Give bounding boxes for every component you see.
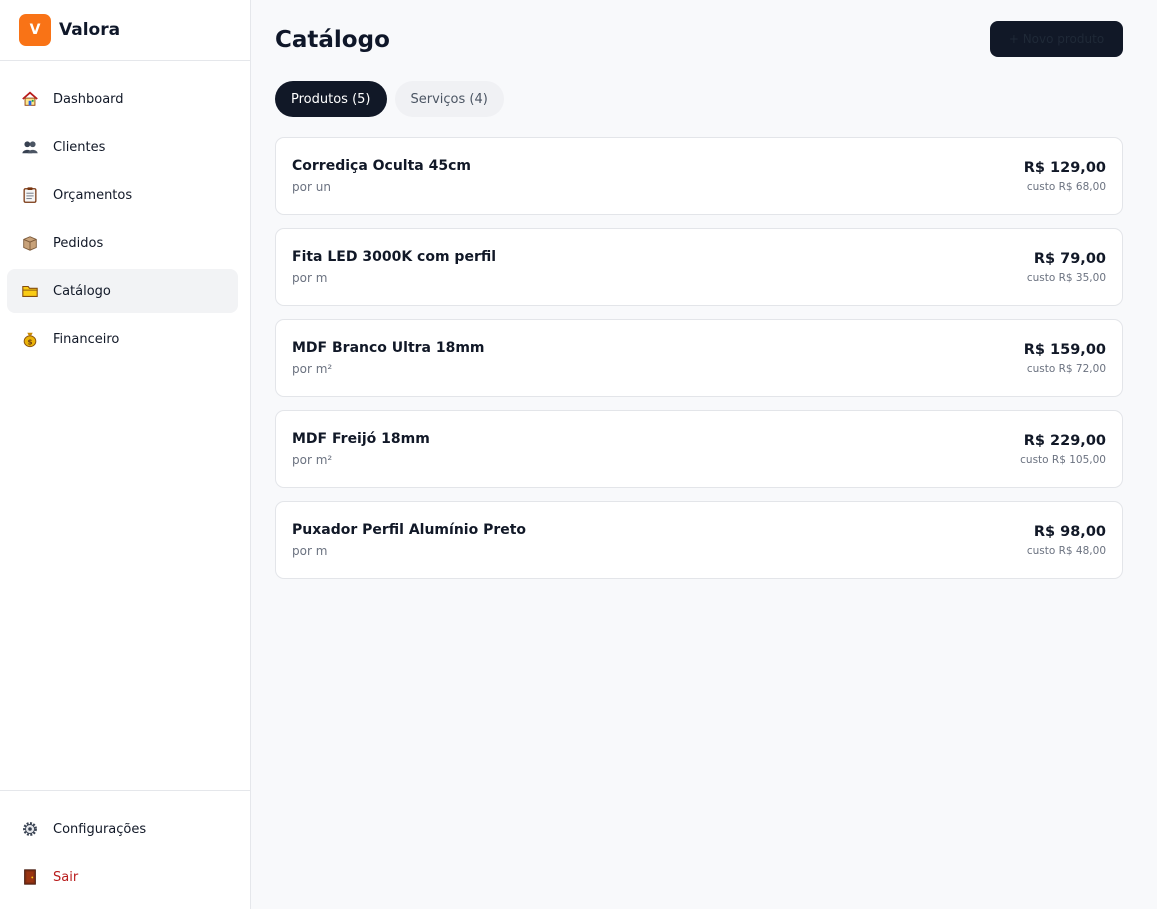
catalog-tabs: Produtos (5) Serviços (4)	[275, 81, 1123, 117]
product-unit: por m	[292, 544, 328, 558]
product-name: MDF Branco Ultra 18mm	[292, 340, 485, 356]
product-cost: custo R$ 72,00	[1026, 362, 1106, 375]
list-item[interactable]: Puxador Perfil Alumínio Preto por m R$ 9…	[275, 501, 1123, 579]
tab-servicos[interactable]: Serviços (4)	[394, 81, 504, 117]
brand-name: Valora	[59, 20, 121, 40]
brand-logo: V	[19, 14, 51, 46]
new-product-button[interactable]: + Novo produto	[990, 20, 1123, 57]
clipboard-icon	[20, 185, 40, 205]
sidebar-item-financeiro[interactable]: $ Financeiro	[7, 317, 238, 361]
sidebar-item-label: Dashboard	[53, 91, 124, 107]
product-unit: por m²	[292, 453, 333, 467]
folder-icon	[20, 281, 40, 301]
main-content: Catálogo + Novo produto Produtos (5) Ser…	[251, 0, 1157, 909]
page-header: Catálogo + Novo produto	[275, 0, 1123, 81]
product-cost: custo R$ 105,00	[1020, 453, 1106, 466]
sidebar-item-label: Pedidos	[53, 235, 104, 251]
sidebar-item-orcamentos[interactable]: Orçamentos	[7, 173, 238, 217]
sidebar-item-label: Sair	[53, 869, 79, 885]
door-icon	[20, 867, 40, 887]
product-unit: por m²	[292, 362, 333, 376]
house-icon	[20, 89, 40, 109]
main-nav: Dashboard Clientes Orçamentos Pedidos Ca…	[0, 61, 250, 790]
product-info: Corrediça Oculta 45cm por un	[292, 158, 471, 194]
product-cost: custo R$ 35,00	[1026, 271, 1106, 284]
sidebar-footer: Configurações Sair	[0, 790, 250, 909]
sidebar: V Valora Dashboard Clientes Orçamentos P…	[0, 0, 251, 909]
product-price: R$ 229,00	[1023, 432, 1106, 449]
sidebar-item-pedidos[interactable]: Pedidos	[7, 221, 238, 265]
product-unit: por un	[292, 180, 331, 194]
sidebar-item-label: Clientes	[53, 139, 106, 155]
product-pricing: R$ 79,00 custo R$ 35,00	[1027, 251, 1106, 284]
sidebar-item-label: Catálogo	[53, 283, 111, 299]
product-pricing: R$ 98,00 custo R$ 48,00	[1027, 524, 1106, 557]
sidebar-item-catalogo[interactable]: Catálogo	[7, 269, 238, 313]
sidebar-item-label: Orçamentos	[53, 187, 133, 203]
product-info: MDF Branco Ultra 18mm por m²	[292, 340, 485, 376]
money-bag-icon: $	[20, 329, 40, 349]
users-icon	[20, 137, 40, 157]
product-info: MDF Freijó 18mm por m²	[292, 431, 430, 467]
product-price: R$ 79,00	[1033, 250, 1106, 267]
sidebar-item-label: Financeiro	[53, 331, 120, 347]
product-name: Puxador Perfil Alumínio Preto	[292, 522, 527, 538]
svg-text:$: $	[27, 337, 32, 346]
product-name: Fita LED 3000K com perfil	[292, 249, 497, 265]
sidebar-item-clientes[interactable]: Clientes	[7, 125, 238, 169]
product-cost: custo R$ 68,00	[1026, 180, 1106, 193]
brand[interactable]: V Valora	[0, 0, 250, 61]
product-name: Corrediça Oculta 45cm	[292, 158, 471, 174]
product-pricing: R$ 159,00 custo R$ 72,00	[1024, 342, 1106, 375]
product-pricing: R$ 129,00 custo R$ 68,00	[1024, 160, 1106, 193]
product-pricing: R$ 229,00 custo R$ 105,00	[1020, 433, 1106, 466]
gear-icon	[20, 819, 40, 839]
list-item[interactable]: Corrediça Oculta 45cm por un R$ 129,00 c…	[275, 137, 1123, 215]
product-info: Puxador Perfil Alumínio Preto por m	[292, 522, 526, 558]
list-item[interactable]: MDF Branco Ultra 18mm por m² R$ 159,00 c…	[275, 319, 1123, 397]
product-list: Corrediça Oculta 45cm por un R$ 129,00 c…	[275, 137, 1123, 579]
list-item[interactable]: Fita LED 3000K com perfil por m R$ 79,00…	[275, 228, 1123, 306]
product-info: Fita LED 3000K com perfil por m	[292, 249, 496, 285]
page-title: Catálogo	[275, 26, 390, 53]
sidebar-item-label: Configurações	[53, 821, 147, 837]
product-price: R$ 98,00	[1033, 523, 1106, 540]
product-price: R$ 159,00	[1023, 341, 1106, 358]
package-icon	[20, 233, 40, 253]
product-name: MDF Freijó 18mm	[292, 431, 430, 447]
sidebar-item-dashboard[interactable]: Dashboard	[7, 77, 238, 121]
product-unit: por m	[292, 271, 328, 285]
product-price: R$ 129,00	[1023, 159, 1106, 176]
sidebar-item-configuracoes[interactable]: Configurações	[7, 807, 238, 851]
product-cost: custo R$ 48,00	[1026, 544, 1106, 557]
tab-produtos[interactable]: Produtos (5)	[275, 81, 387, 117]
sidebar-item-sair[interactable]: Sair	[7, 855, 238, 899]
app-shell: V Valora Dashboard Clientes Orçamentos P…	[0, 0, 1157, 909]
list-item[interactable]: MDF Freijó 18mm por m² R$ 229,00 custo R…	[275, 410, 1123, 488]
